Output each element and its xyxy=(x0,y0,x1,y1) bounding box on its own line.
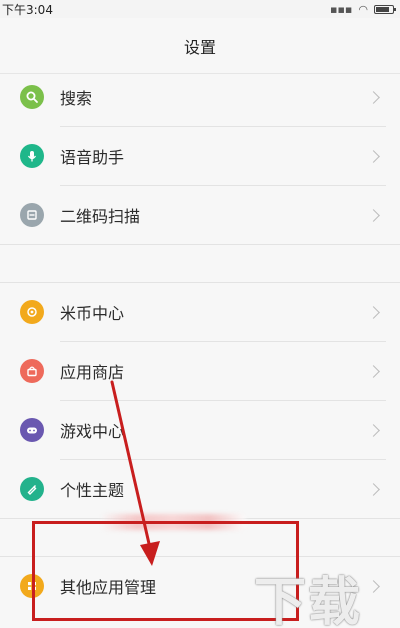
status-time: 下午3:04 xyxy=(2,2,53,17)
chevron-right-icon xyxy=(367,149,380,163)
menu-item-label: 米币中心 xyxy=(60,304,125,323)
menu-item-label: 个性主题 xyxy=(60,481,125,500)
menu-item-search[interactable]: 搜索 xyxy=(0,68,400,126)
menu-item-micoin-center[interactable]: 米币中心 xyxy=(0,283,400,341)
coin-icon xyxy=(20,300,44,324)
gamepad-icon xyxy=(20,418,44,442)
qr-scan-icon xyxy=(20,203,44,227)
microphone-icon xyxy=(20,144,44,168)
search-icon xyxy=(20,85,44,109)
wifi-icon: ◠ xyxy=(358,2,368,16)
chevron-right-icon xyxy=(367,208,380,222)
chevron-right-icon xyxy=(367,305,380,319)
menu-item-label: 游戏中心 xyxy=(60,422,125,441)
menu-item-label: 语音助手 xyxy=(60,148,125,167)
status-icons: ▪▪▪ ◠ xyxy=(330,2,396,16)
menu-item-label: 应用商店 xyxy=(60,363,125,382)
menu-item-app-store[interactable]: 应用商店 xyxy=(0,342,400,400)
chevron-right-icon xyxy=(367,482,380,496)
watermark-logo: 下载 xyxy=(254,573,363,628)
chevron-right-icon xyxy=(367,423,380,437)
chevron-right-icon xyxy=(367,364,380,378)
menu-item-qr-scan[interactable]: 二维码扫描 xyxy=(0,186,400,244)
chevron-right-icon xyxy=(367,90,380,104)
menu-item-label: 搜索 xyxy=(60,89,93,108)
menu-item-game-center[interactable]: 游戏中心 xyxy=(0,401,400,459)
menu-item-label: 二维码扫描 xyxy=(60,207,141,226)
shopping-bag-icon xyxy=(20,359,44,383)
battery-icon xyxy=(374,4,396,14)
section-divider xyxy=(0,244,400,245)
status-bar: 下午3:04 ▪▪▪ ◠ xyxy=(0,0,400,18)
menu-item-voice-assistant[interactable]: 语音助手 xyxy=(0,127,400,185)
theme-brush-icon xyxy=(20,477,44,501)
title-bar: 设置 xyxy=(0,18,400,74)
menu-item-themes[interactable]: 个性主题 xyxy=(0,460,400,518)
signal-icon: ▪▪▪ xyxy=(330,2,353,16)
page-title: 设置 xyxy=(183,37,216,57)
